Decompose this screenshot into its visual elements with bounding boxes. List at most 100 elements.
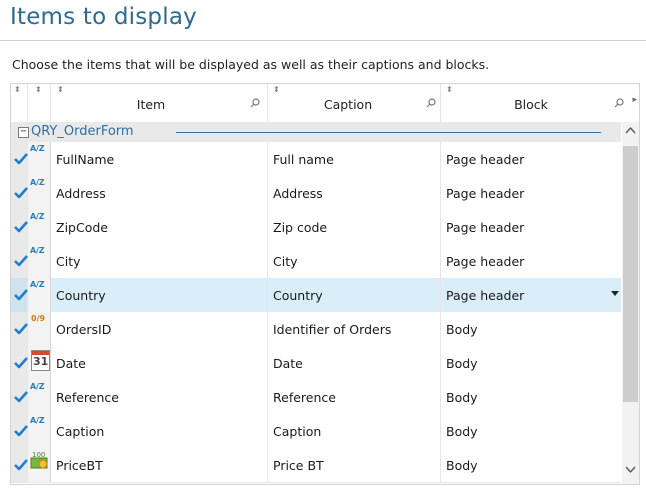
header-type-column[interactable]: ⬍ (28, 84, 51, 122)
row-type: 31 (28, 346, 51, 380)
row-checkbox[interactable] (11, 312, 28, 346)
text-type-icon: A/Z (30, 144, 45, 153)
row-caption-cell[interactable]: Zip code (268, 210, 441, 244)
row-item-cell[interactable]: Address (51, 176, 268, 210)
row-item-name: Country (56, 288, 106, 303)
row-checkbox[interactable] (11, 210, 28, 244)
row-caption: Date (273, 356, 303, 371)
sort-arrows-icon[interactable]: ⬍ (446, 86, 453, 94)
row-item-cell[interactable]: OrdersID (51, 312, 268, 346)
sort-arrows-icon[interactable]: ⬍ (273, 86, 280, 94)
vertical-scrollbar[interactable] (622, 122, 639, 484)
header-caption-column[interactable]: ⬍ Caption (268, 84, 441, 122)
row-caption: Address (273, 186, 323, 201)
row-checkbox[interactable] (11, 244, 28, 278)
table-row[interactable]: 31 Date Date Body (11, 346, 621, 381)
row-item-cell[interactable]: PriceBT (51, 448, 268, 482)
row-caption-cell[interactable]: Full name (268, 142, 441, 176)
row-item-cell[interactable]: Reference (51, 380, 268, 414)
checkbox-checked-icon[interactable] (14, 187, 28, 199)
row-block-cell[interactable]: Body (441, 414, 621, 448)
row-block-cell[interactable]: Page header (441, 244, 621, 278)
header-block-column[interactable]: ⬍ Block ▸ (441, 84, 639, 122)
row-block-cell[interactable]: Page header (441, 142, 621, 176)
row-item-name: Address (56, 186, 106, 201)
row-item-name: PriceBT (56, 458, 103, 473)
table-row[interactable]: A/Z ZipCode Zip code Page header (11, 210, 621, 245)
dropdown-arrow-icon[interactable] (611, 291, 619, 296)
checkbox-checked-icon[interactable] (14, 153, 28, 165)
row-item-cell[interactable]: Caption (51, 414, 268, 448)
checkbox-checked-icon[interactable] (14, 425, 28, 437)
row-block: Body (446, 322, 478, 337)
checkbox-checked-icon[interactable] (14, 289, 28, 301)
row-checkbox[interactable] (11, 414, 28, 448)
row-caption-cell[interactable]: Caption (268, 414, 441, 448)
title-divider (0, 40, 646, 41)
row-type: A/Z (28, 142, 51, 176)
row-item-cell[interactable]: ZipCode (51, 210, 268, 244)
items-grid[interactable]: ⬍ ⬍ ⬍ Item ⬍ Caption ⬍ Block ▸ − QRY_Ord… (10, 83, 640, 485)
row-caption-cell[interactable]: Identifier of Orders (268, 312, 441, 346)
row-item-cell[interactable]: FullName (51, 142, 268, 176)
row-block: Page header (446, 288, 525, 303)
header-check-column[interactable]: ⬍ (11, 84, 28, 122)
table-row[interactable]: A/Z Reference Reference Body (11, 380, 621, 415)
row-item-cell[interactable]: City (51, 244, 268, 278)
row-checkbox[interactable] (11, 346, 28, 380)
table-row[interactable]: A/Z City City Page header (11, 244, 621, 279)
row-block-cell[interactable]: Body (441, 346, 621, 380)
table-row[interactable]: 0/9 OrdersID Identifier of Orders Body (11, 312, 621, 347)
row-block: Page header (446, 186, 525, 201)
row-caption-cell[interactable]: Reference (268, 380, 441, 414)
sort-arrows-icon[interactable]: ⬍ (35, 86, 42, 94)
table-row[interactable]: 100 PriceBT Price BT Body (11, 448, 621, 483)
row-type: A/Z (28, 244, 51, 278)
row-checkbox[interactable] (11, 142, 28, 176)
row-item-cell[interactable]: Date (51, 346, 268, 380)
row-caption-cell[interactable]: Date (268, 346, 441, 380)
row-caption-cell[interactable]: City (268, 244, 441, 278)
checkbox-checked-icon[interactable] (14, 323, 28, 335)
checkbox-checked-icon[interactable] (14, 255, 28, 267)
row-checkbox[interactable] (11, 448, 28, 482)
search-icon[interactable] (614, 98, 624, 108)
row-checkbox[interactable] (11, 176, 28, 210)
scrollbar-thumb[interactable] (623, 146, 638, 402)
table-row[interactable]: A/Z Address Address Page header (11, 176, 621, 211)
row-block-cell[interactable]: Page header (441, 176, 621, 210)
search-icon[interactable] (250, 98, 260, 108)
sort-arrows-icon[interactable]: ⬍ (57, 86, 64, 94)
row-caption: Identifier of Orders (273, 322, 392, 337)
row-block-cell[interactable]: Body (441, 448, 621, 482)
row-item-name: Reference (56, 390, 119, 405)
row-type: A/Z (28, 176, 51, 210)
scroll-down-icon[interactable] (625, 466, 636, 474)
row-checkbox[interactable] (11, 380, 28, 414)
row-block-cell[interactable]: Page header (441, 210, 621, 244)
row-block-cell[interactable]: Body (441, 380, 621, 414)
table-row[interactable]: A/Z Country Country Page header (11, 278, 621, 313)
row-caption-cell[interactable]: Country (268, 278, 441, 312)
row-checkbox[interactable] (11, 278, 28, 312)
row-caption-cell[interactable]: Price BT (268, 448, 441, 482)
checkbox-checked-icon[interactable] (14, 221, 28, 233)
row-item-cell[interactable]: Country (51, 278, 268, 312)
group-row[interactable]: − QRY_OrderForm (11, 122, 621, 142)
row-block-cell[interactable]: Body (441, 312, 621, 346)
sort-arrows-icon[interactable]: ⬍ (14, 86, 21, 94)
scroll-up-icon[interactable] (625, 126, 636, 134)
collapse-icon[interactable]: − (18, 127, 29, 138)
row-block: Body (446, 424, 478, 439)
row-item-name: Caption (56, 424, 105, 439)
scroll-right-icon[interactable]: ▸ (632, 95, 637, 105)
row-block-cell[interactable]: Page header (441, 278, 621, 312)
checkbox-checked-icon[interactable] (14, 391, 28, 403)
search-icon[interactable] (426, 98, 436, 108)
row-caption-cell[interactable]: Address (268, 176, 441, 210)
table-row[interactable]: A/Z FullName Full name Page header (11, 142, 621, 177)
table-row[interactable]: A/Z Caption Caption Body (11, 414, 621, 449)
header-item-column[interactable]: ⬍ Item (51, 84, 268, 122)
checkbox-checked-icon[interactable] (14, 459, 28, 471)
checkbox-checked-icon[interactable] (14, 357, 28, 369)
